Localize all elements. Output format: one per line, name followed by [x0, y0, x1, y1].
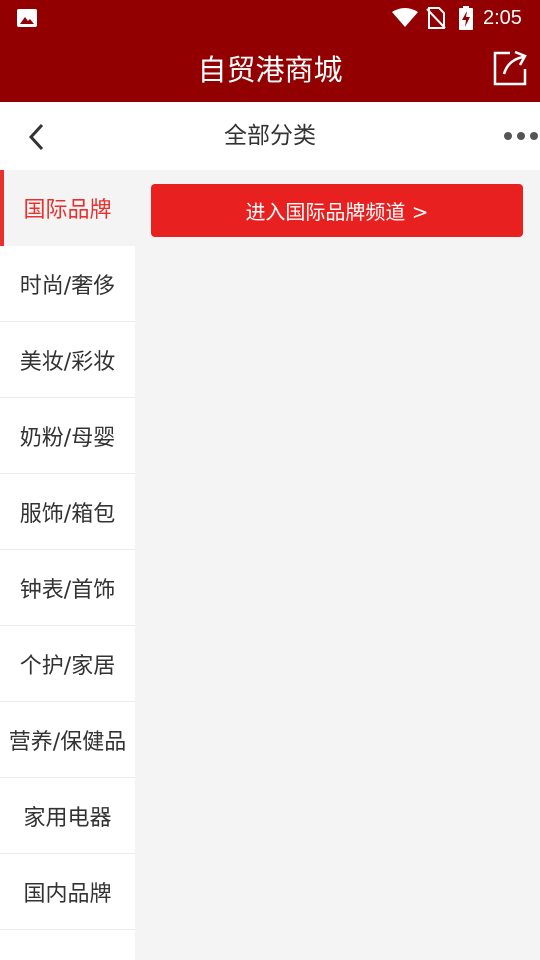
more-dots-icon[interactable]	[503, 130, 540, 142]
status-bar: 2:05	[0, 0, 540, 36]
sidebar-item-personal-care-home[interactable]: 个护/家居	[0, 626, 135, 702]
sidebar-item-domestic-brands[interactable]: 国内品牌	[0, 854, 135, 930]
battery-charging-icon	[459, 6, 473, 30]
sidebar-item-clothing-bags[interactable]: 服饰/箱包	[0, 474, 135, 550]
category-content: 进入国际品牌频道 >	[135, 170, 540, 960]
sidebar-item-watches-jewelry[interactable]: 钟表/首饰	[0, 550, 135, 626]
status-time: 2:05	[483, 7, 522, 29]
app-bar: 自贸港商城	[0, 36, 540, 102]
sub-navigation: 全部分类	[0, 102, 540, 170]
category-sidebar: 国际品牌 时尚/奢侈 美妆/彩妆 奶粉/母婴 服饰/箱包 钟表/首饰 个护/家居…	[0, 170, 135, 960]
app-title: 自贸港商城	[197, 53, 343, 87]
no-sim-icon	[426, 7, 446, 29]
enter-channel-button[interactable]: 进入国际品牌频道 >	[151, 184, 523, 237]
page-title: 全部分类	[224, 123, 316, 149]
wifi-icon	[392, 8, 418, 27]
sidebar-item-nutrition-health[interactable]: 营养/保健品	[0, 702, 135, 778]
sidebar-item-milk-baby[interactable]: 奶粉/母婴	[0, 398, 135, 474]
sidebar-item-international-brands[interactable]: 国际品牌	[0, 170, 135, 246]
share-icon[interactable]	[490, 48, 530, 88]
image-icon	[17, 9, 37, 27]
sidebar-item-home-appliances[interactable]: 家用电器	[0, 778, 135, 854]
sidebar-item-beauty-makeup[interactable]: 美妆/彩妆	[0, 322, 135, 398]
sidebar-item-fashion-luxury[interactable]: 时尚/奢侈	[0, 246, 135, 322]
